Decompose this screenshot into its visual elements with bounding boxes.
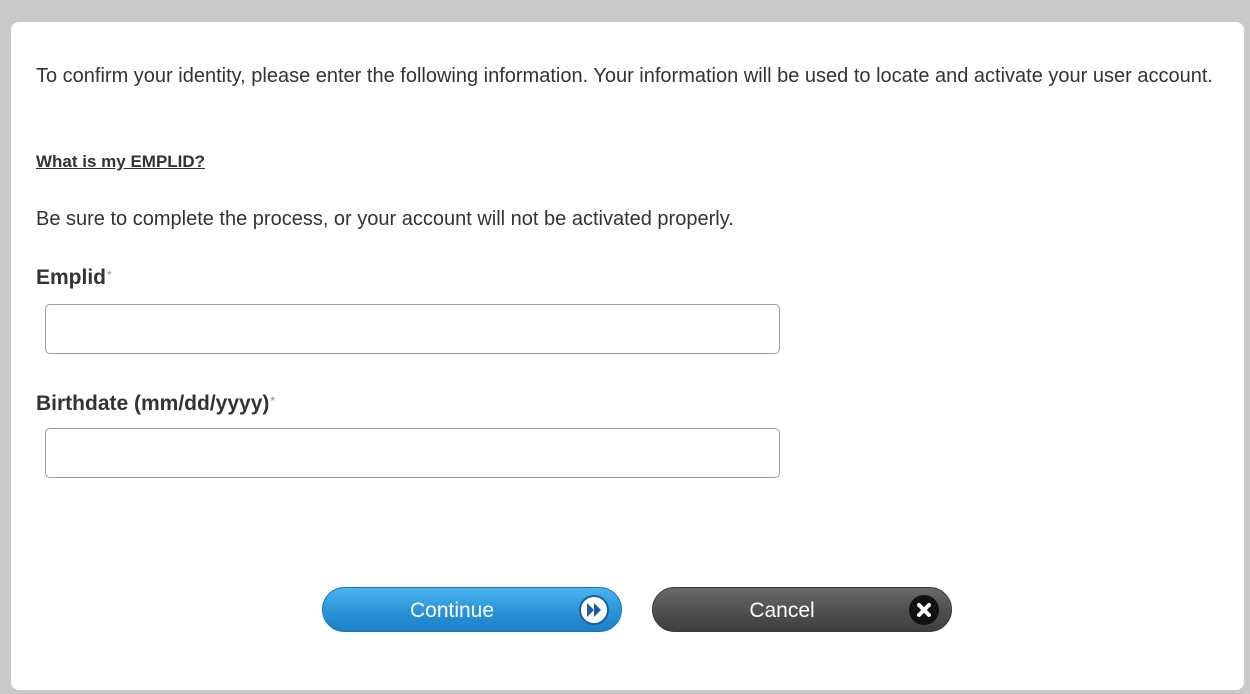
emplid-input[interactable] bbox=[45, 304, 780, 354]
identity-form-panel: To confirm your identity, please enter t… bbox=[11, 22, 1244, 690]
activation-note: Be sure to complete the process, or your… bbox=[36, 208, 734, 230]
emplid-label-text: Emplid bbox=[36, 266, 107, 289]
required-marker: * bbox=[270, 394, 276, 408]
cancel-button-label: Cancel bbox=[749, 599, 815, 622]
continue-button-label: Continue bbox=[409, 599, 495, 622]
fast-forward-icon bbox=[579, 595, 609, 625]
what-is-emplid-link[interactable]: What is my EMPLID? bbox=[36, 152, 205, 172]
required-marker: * bbox=[107, 268, 112, 282]
close-icon bbox=[909, 595, 939, 625]
intro-text: To confirm your identity, please enter t… bbox=[36, 65, 1213, 87]
emplid-label: Emplid* bbox=[36, 266, 112, 290]
continue-button[interactable]: Continue bbox=[322, 587, 622, 632]
birthdate-label-text: Birthdate (mm/dd/yyyy) bbox=[36, 392, 270, 415]
cancel-button[interactable]: Cancel bbox=[652, 587, 952, 632]
birthdate-label: Birthdate (mm/dd/yyyy)* bbox=[36, 392, 275, 416]
birthdate-input[interactable] bbox=[45, 428, 780, 478]
